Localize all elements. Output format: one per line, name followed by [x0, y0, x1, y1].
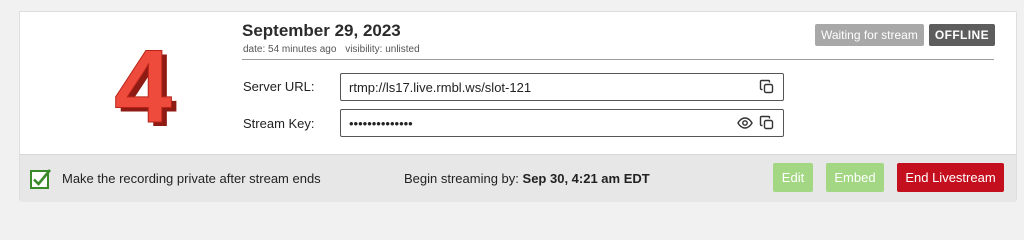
end-livestream-button[interactable]: End Livestream	[897, 163, 1004, 192]
status-badges: Waiting for stream OFFLINE	[814, 24, 995, 46]
server-url-field[interactable]: rtmp://ls17.live.rmbl.ws/slot-121	[340, 73, 784, 101]
livestream-card: 4 4 September 29, 2023 date: 54 minutes …	[19, 11, 1017, 202]
private-checkbox-label[interactable]: Make the recording private after stream …	[62, 171, 321, 186]
begin-time: Sep 30, 4:21 am EDT	[522, 171, 650, 186]
thumbnail-digit: 4	[114, 36, 172, 136]
divider	[242, 59, 994, 60]
copy-icon[interactable]	[759, 115, 775, 131]
private-checkbox[interactable]	[30, 168, 52, 190]
begin-prefix: Begin streaming by:	[404, 171, 519, 186]
copy-icon[interactable]	[759, 79, 775, 95]
server-url-value: rtmp://ls17.live.rmbl.ws/slot-121	[349, 80, 532, 95]
stream-date: date: 54 minutes ago	[243, 44, 337, 55]
stream-meta: date: 54 minutes ago visibility: unliste…	[243, 44, 420, 55]
server-url-label: Server URL:	[243, 79, 315, 94]
stream-key-field[interactable]: ••••••••••••••	[340, 109, 784, 137]
embed-button[interactable]: Embed	[826, 163, 884, 192]
stream-thumbnail: 4 4	[114, 36, 178, 136]
footer-bar: Make the recording private after stream …	[20, 154, 1016, 202]
stream-key-value: ••••••••••••••	[349, 116, 413, 131]
eye-icon[interactable]	[737, 115, 753, 131]
waiting-badge: Waiting for stream	[814, 24, 924, 46]
stream-title: September 29, 2023	[242, 21, 401, 40]
edit-button[interactable]: Edit	[773, 163, 813, 192]
stream-visibility: visibility: unlisted	[345, 44, 420, 55]
begin-streaming-text: Begin streaming by: Sep 30, 4:21 am EDT	[404, 171, 650, 186]
stream-key-label: Stream Key:	[243, 116, 315, 131]
offline-badge: OFFLINE	[928, 24, 995, 46]
